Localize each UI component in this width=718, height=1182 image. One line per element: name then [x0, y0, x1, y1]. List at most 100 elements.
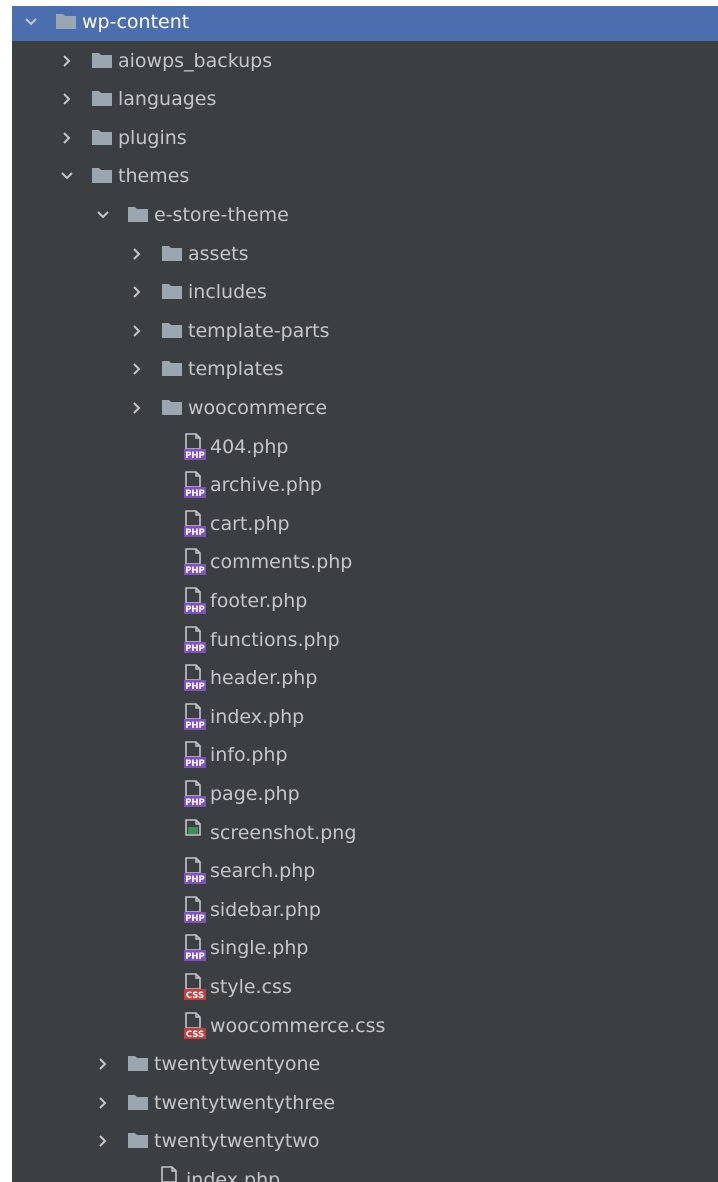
tree-file-sidebar-php[interactable]: PHP sidebar.php	[12, 892, 718, 929]
tree-item-assets[interactable]: assets	[12, 236, 718, 273]
tree-item-languages[interactable]: languages	[12, 81, 718, 118]
chevron-right-icon[interactable]	[130, 324, 144, 338]
tree-file-search-php[interactable]: PHP search.php	[12, 853, 718, 890]
folder-icon	[128, 1094, 148, 1110]
tree-file-404-php[interactable]: PHP 404.php	[12, 429, 718, 466]
svg-text:PHP: PHP	[185, 528, 205, 538]
tree-file-archive-php[interactable]: PHP archive.php	[12, 467, 718, 504]
tree-item-label: cart.php	[210, 512, 290, 535]
css-file-icon: CSS	[178, 1011, 208, 1040]
tree-item-label: twentytwentythree	[154, 1091, 336, 1114]
tree-item-themes[interactable]: themes	[12, 158, 718, 195]
tree-item-label: e-store-theme	[154, 204, 289, 226]
folder-icon	[56, 13, 76, 29]
tree-item-label: index.php	[186, 1169, 281, 1182]
tree-item-label: languages	[118, 88, 217, 111]
svg-text:CSS: CSS	[186, 1030, 204, 1040]
tree-item-label: sidebar.php	[210, 898, 321, 921]
chevron-right-icon[interactable]	[130, 285, 144, 299]
svg-text:PHP: PHP	[185, 566, 205, 576]
php-file-icon: PHP	[178, 741, 208, 769]
tree-item-twentytwentythree[interactable]: twentytwentythree	[12, 1085, 718, 1122]
tree-file-comments-php[interactable]: PHP comments.php	[12, 544, 718, 581]
chevron-right-icon[interactable]	[96, 1057, 110, 1071]
tree-item-aiowps_backups[interactable]: aiowps_backups	[12, 43, 718, 80]
php-file-icon: PHP	[178, 895, 208, 924]
tree-item-label: aiowps_backups	[118, 49, 273, 72]
tree-item-label: screenshot.png	[210, 821, 357, 844]
php-file-icon: PHP	[178, 432, 208, 461]
tree-file-functions-php[interactable]: PHP functions.php	[12, 622, 718, 659]
tree-file-themes-index-php[interactable]: PHPindex.php	[12, 1162, 718, 1182]
tree-item-label: templates	[188, 358, 284, 381]
tree-item-label: plugins	[118, 126, 187, 149]
tree-item-label: functions.php	[210, 628, 340, 651]
svg-text:PHP: PHP	[185, 759, 205, 769]
tree-item-label: search.php	[210, 860, 316, 883]
chevron-down-icon[interactable]	[60, 169, 74, 183]
tree-item-label: twentytwentytwo	[154, 1130, 320, 1153]
chevron-right-icon[interactable]	[96, 1096, 110, 1110]
php-file-icon: PHP	[178, 587, 208, 615]
chevron-right-icon[interactable]	[60, 131, 74, 145]
tree-file-header-php[interactable]: PHP header.php	[12, 660, 718, 697]
folder-icon	[92, 90, 112, 107]
svg-text:PHP: PHP	[185, 451, 205, 461]
tree-item-woocommerce[interactable]: woocommerce	[12, 390, 718, 427]
tree-item-twentytwentytwo[interactable]: twentytwentytwo	[12, 1123, 718, 1160]
tree-file-cart-php[interactable]: PHP cart.php	[12, 506, 718, 543]
php-file-icon: PHP	[178, 702, 208, 731]
tree-item-label: info.php	[210, 744, 288, 767]
svg-text:PHP: PHP	[185, 952, 205, 962]
tree-file-style-css[interactable]: CSS style.css	[12, 969, 718, 1006]
tree-item-twentytwentyone[interactable]: twentytwentyone	[12, 1046, 718, 1083]
tree-item-wp-content[interactable]: wp-content	[12, 6, 718, 41]
tree-file-screenshot-png[interactable]: screenshot.png	[12, 815, 718, 852]
tree-item-plugins[interactable]: plugins	[12, 120, 718, 157]
php-file-icon: PHP	[178, 509, 208, 538]
tree-file-info-php[interactable]: PHP info.php	[12, 737, 718, 774]
svg-text:PHP: PHP	[185, 875, 205, 885]
tree-file-woocommerce-css[interactable]: CSS woocommerce.css	[12, 1008, 718, 1045]
folder-icon	[128, 1055, 148, 1072]
svg-text:PHP: PHP	[185, 682, 205, 692]
svg-text:PHP: PHP	[185, 605, 205, 615]
chevron-right-icon[interactable]	[130, 401, 144, 415]
php-file-icon: PHP	[178, 471, 208, 499]
folder-icon	[162, 245, 182, 261]
chevron-right-icon[interactable]	[130, 247, 144, 261]
tree-item-includes[interactable]: includes	[12, 274, 718, 311]
tree-file-footer-php[interactable]: PHP footer.php	[12, 583, 718, 620]
folder-icon	[92, 52, 112, 68]
tree-item-label: assets	[188, 242, 249, 265]
tree-item-template-parts[interactable]: template-parts	[12, 313, 718, 350]
folder-icon	[162, 360, 182, 377]
php-file-icon: PHP	[178, 934, 208, 962]
css-file-icon: CSS	[178, 973, 208, 1001]
chevron-down-icon[interactable]	[96, 208, 110, 222]
chevron-right-icon[interactable]	[96, 1134, 110, 1148]
chevron-right-icon[interactable]	[130, 362, 144, 376]
php-file-icon: PHP	[178, 664, 208, 692]
chevron-right-icon[interactable]	[60, 54, 74, 68]
tree-file-single-php[interactable]: PHP single.php	[12, 930, 718, 967]
folder-icon	[92, 167, 112, 184]
tree-file-page-php[interactable]: PHP page.php	[12, 776, 718, 813]
tree-item-label: header.php	[210, 667, 318, 690]
tree-item-templates[interactable]: templates	[12, 351, 718, 388]
tree-file-index-php[interactable]: PHP index.php	[12, 699, 718, 736]
svg-text:CSS: CSS	[186, 991, 204, 1001]
chevron-down-icon[interactable]	[24, 15, 38, 29]
png-file-icon	[178, 818, 208, 847]
svg-text:PHP: PHP	[185, 644, 205, 654]
tree-item-e-store-theme[interactable]: e-store-theme	[12, 197, 718, 234]
folder-icon	[128, 206, 148, 222]
folder-icon	[162, 399, 182, 415]
tree-item-label: template-parts	[188, 319, 330, 342]
tree-item-label: comments.php	[210, 551, 353, 574]
svg-text:PHP: PHP	[185, 914, 205, 924]
svg-text:PHP: PHP	[185, 798, 205, 808]
folder-icon	[128, 1132, 148, 1149]
chevron-right-icon[interactable]	[60, 92, 74, 106]
folder-icon	[162, 322, 182, 338]
